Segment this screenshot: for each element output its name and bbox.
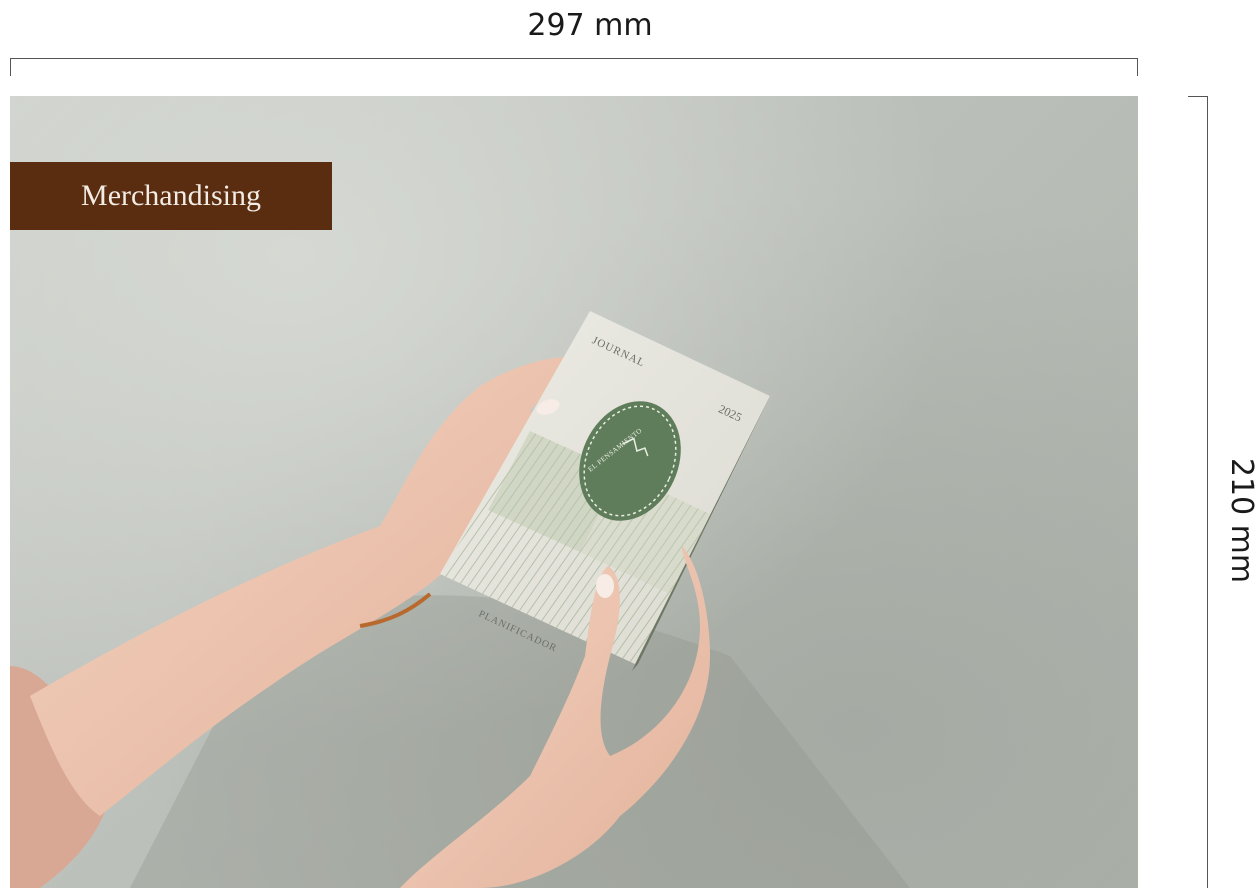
section-tag: Merchandising: [10, 162, 332, 230]
thumbnail: [596, 574, 614, 598]
height-dimension-label-wrap: 210 mm: [1222, 440, 1260, 600]
width-dimension-line: [10, 58, 1138, 76]
width-dimension-label: 297 mm: [527, 8, 653, 43]
section-tag-label: Merchandising: [81, 179, 261, 212]
height-dimension-line: [1188, 96, 1208, 888]
height-dimension-label: 210 mm: [1224, 457, 1260, 583]
